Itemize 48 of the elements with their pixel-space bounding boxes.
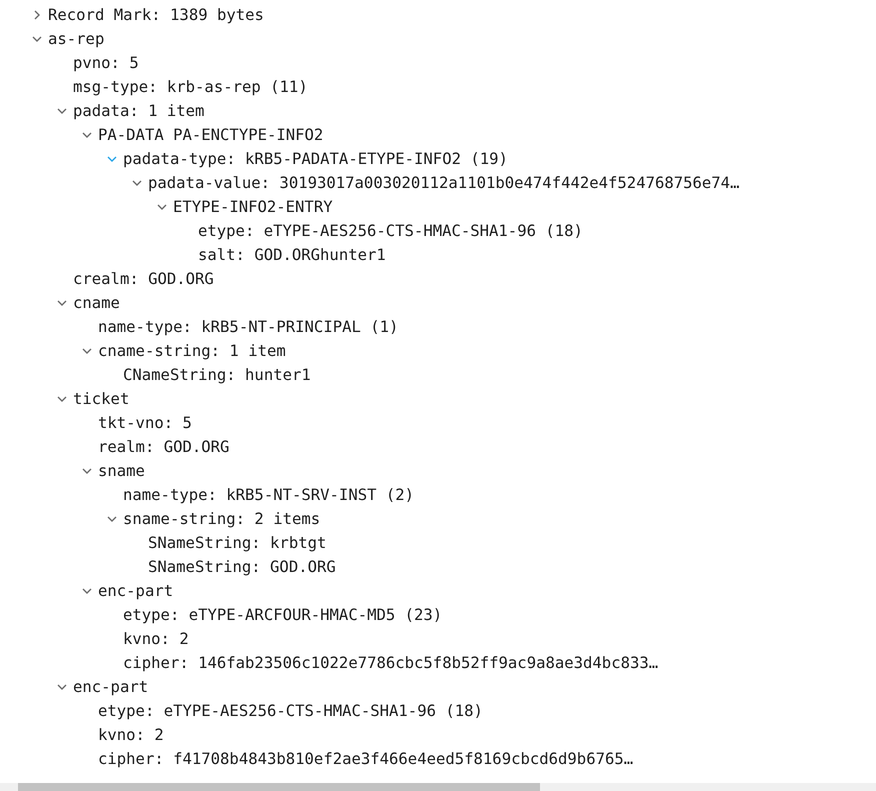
tree-item-label[interactable]: name-type: kRB5-NT-SRV-INST (2) — [123, 486, 414, 504]
tree-item-label[interactable]: kvno: 2 — [98, 726, 164, 744]
chevron-down-icon[interactable] — [82, 466, 92, 476]
tree-item-label[interactable]: SNameString: GOD.ORG — [148, 558, 336, 576]
tree-item-label[interactable]: enc-part — [98, 582, 174, 600]
tree-item-label[interactable]: msg-type: krb-as-rep (11) — [73, 78, 308, 96]
tree-item-label[interactable]: tkt-vno: 5 — [98, 414, 192, 432]
tree-item-label[interactable]: etype: eTYPE-AES256-CTS-HMAC-SHA1-96 (18) — [98, 702, 483, 720]
chevron-down-icon[interactable] — [107, 514, 117, 524]
tree-item-label[interactable]: etype: eTYPE-ARCFOUR-HMAC-MD5 (23) — [123, 606, 442, 624]
tree-item-label[interactable]: padata-type: kRB5-PADATA-ETYPE-INFO2 (19) — [123, 150, 508, 168]
chevron-down-icon[interactable] — [57, 298, 67, 308]
tree-item-label[interactable]: pvno: 5 — [73, 54, 139, 72]
chevron-down-icon[interactable] — [157, 202, 167, 212]
chevron-down-icon[interactable] — [32, 34, 42, 44]
tree-item-label[interactable]: realm: GOD.ORG — [98, 438, 230, 456]
tree-item-label[interactable]: name-type: kRB5-NT-PRINCIPAL (1) — [98, 318, 398, 336]
tree-item-label[interactable]: ETYPE-INFO2-ENTRY — [173, 198, 333, 216]
tree-item-label[interactable]: kvno: 2 — [123, 630, 189, 648]
tree-item-label[interactable]: sname-string: 2 items — [123, 510, 320, 528]
chevron-down-icon[interactable] — [132, 178, 142, 188]
chevron-down-icon[interactable] — [82, 346, 92, 356]
horizontal-scrollbar[interactable] — [0, 783, 876, 791]
tree-item-label[interactable]: cname-string: 1 item — [98, 342, 286, 360]
tree-item-label[interactable]: sname — [98, 462, 145, 480]
chevron-down-icon[interactable] — [82, 586, 92, 596]
tree-item-label[interactable]: etype: eTYPE-AES256-CTS-HMAC-SHA1-96 (18) — [198, 222, 583, 240]
tree-item-label[interactable]: padata: 1 item — [73, 102, 204, 120]
tree-item-label[interactable]: Record Mark: 1389 bytes — [48, 6, 264, 24]
tree-item-label[interactable]: cipher: 146fab23506c1022e7786cbc5f8b52ff9ac9a8ae3d4bc833… — [123, 654, 658, 672]
chevron-right-icon[interactable] — [32, 10, 42, 20]
tree-item-label[interactable]: enc-part — [73, 678, 148, 696]
tree-item-label[interactable]: CNameString: hunter1 — [123, 366, 311, 384]
tree-item-label[interactable]: SNameString: krbtgt — [148, 534, 326, 552]
tree-item-label[interactable]: ticket — [73, 390, 130, 408]
tree-item-label[interactable]: cname — [73, 294, 120, 312]
tree-item-label[interactable]: padata-value: 30193017a003020112a1101b0e474f442e4f524768756e74… — [148, 174, 740, 192]
tree-item-label[interactable]: cipher: f41708b4843b810ef2ae3f466e4eed5f8169cbcd6d9b6765… — [98, 750, 634, 768]
chevron-down-icon[interactable] — [57, 682, 67, 692]
chevron-down-icon[interactable] — [107, 154, 117, 164]
scrollbar-thumb[interactable] — [18, 783, 540, 791]
chevron-down-icon[interactable] — [57, 394, 67, 404]
tree-item-label[interactable]: salt: GOD.ORGhunter1 — [198, 246, 386, 264]
chevron-down-icon[interactable] — [82, 130, 92, 140]
tree-item-label[interactable]: PA-DATA PA-ENCTYPE-INFO2 — [98, 126, 324, 144]
tree-item-label[interactable]: as-rep — [48, 30, 104, 48]
chevron-down-icon[interactable] — [57, 106, 67, 116]
tree-item-label[interactable]: crealm: GOD.ORG — [73, 270, 214, 288]
